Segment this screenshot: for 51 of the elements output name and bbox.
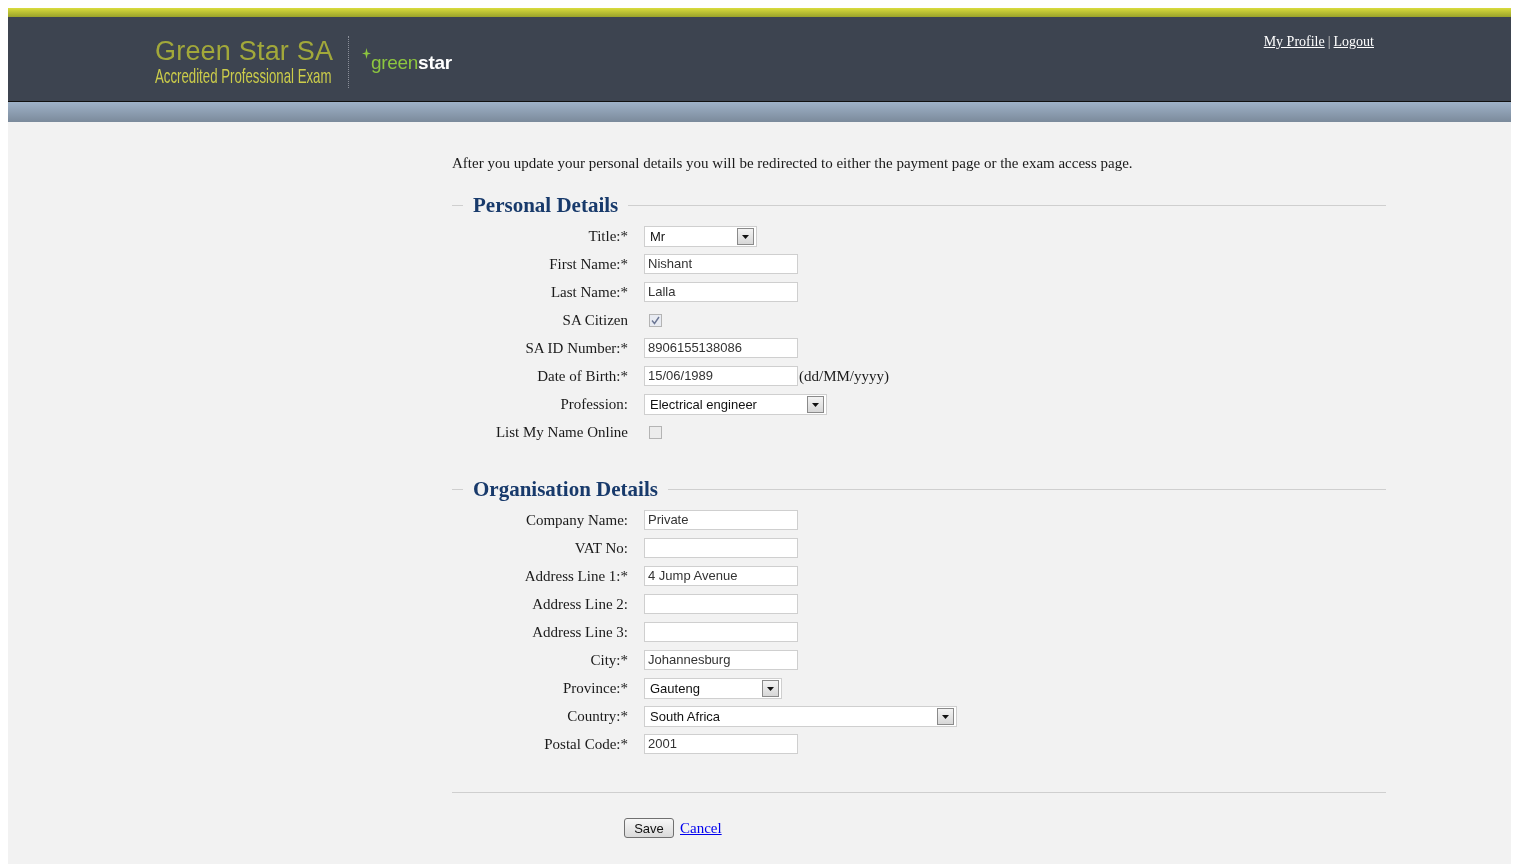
- checkbox[interactable]: [649, 425, 662, 439]
- section-heading: Personal Details: [473, 192, 619, 218]
- field-label: SA ID Number:*: [525, 339, 628, 357]
- field-label: Date of Birth:*: [537, 367, 628, 385]
- field-label: Company Name:: [525, 511, 628, 529]
- logo-subtitle: Accredited Professional Exam: [155, 65, 332, 87]
- field-label: Address Line 2:: [532, 595, 628, 613]
- field-label: First Name:*: [549, 255, 628, 273]
- intro-text: After you update your personal details you will be redirected to either the payment page or the exam access page.: [452, 154, 1133, 172]
- text-field[interactable]: 15/06/1989: [644, 366, 798, 386]
- header-link[interactable]: My Profile: [1263, 33, 1325, 50]
- field-label: VAT No:: [574, 539, 628, 557]
- dropdown[interactable]: Gauteng: [644, 677, 782, 699]
- logo-title: Green Star SA: [155, 37, 334, 65]
- text-field[interactable]: 8906155138086: [644, 338, 798, 358]
- field-label: Last Name:*: [550, 283, 628, 301]
- text-field[interactable]: 2001: [644, 734, 798, 754]
- header-link[interactable]: Logout: [1333, 33, 1374, 50]
- field-label: SA Citizen: [562, 311, 628, 329]
- link-separator: |: [1327, 33, 1331, 50]
- field-label: Profession:: [560, 395, 628, 413]
- caret-icon: [807, 395, 824, 413]
- caret-icon: [762, 679, 779, 697]
- text-field[interactable]: 4 Jump Avenue: [644, 566, 798, 586]
- format-hint: (dd/MM/yyyy): [799, 367, 889, 385]
- dropdown[interactable]: Mr: [644, 225, 757, 247]
- text-field[interactable]: Nishant: [644, 254, 798, 274]
- text-field[interactable]: [644, 538, 798, 558]
- field-label: Province:*: [563, 679, 628, 697]
- dropdown[interactable]: Electrical engineer: [644, 393, 827, 415]
- caret-icon: [937, 707, 954, 725]
- field-label: Country:*: [567, 707, 628, 725]
- save-button[interactable]: Save: [624, 818, 674, 838]
- checkbox[interactable]: [649, 313, 662, 327]
- text-field[interactable]: Johannesburg: [644, 650, 798, 670]
- section-heading: Organisation Details: [473, 476, 658, 502]
- field-label: Address Line 1:*: [524, 567, 628, 585]
- text-field[interactable]: [644, 594, 798, 614]
- text-field[interactable]: Private: [644, 510, 798, 530]
- brand-logo: greenstar: [371, 52, 452, 73]
- field-label: City:*: [590, 651, 628, 669]
- cancel-link[interactable]: Cancel: [680, 819, 722, 837]
- dropdown[interactable]: South Africa: [644, 705, 957, 727]
- field-label: Postal Code:*: [544, 735, 628, 753]
- text-field[interactable]: Lalla: [644, 282, 798, 302]
- caret-icon: [737, 227, 754, 245]
- field-label: Title:*: [588, 227, 628, 245]
- sparkle-icon: [362, 47, 371, 59]
- text-field[interactable]: [644, 622, 798, 642]
- field-label: Address Line 3:: [532, 623, 628, 641]
- field-label: List My Name Online: [495, 423, 628, 441]
